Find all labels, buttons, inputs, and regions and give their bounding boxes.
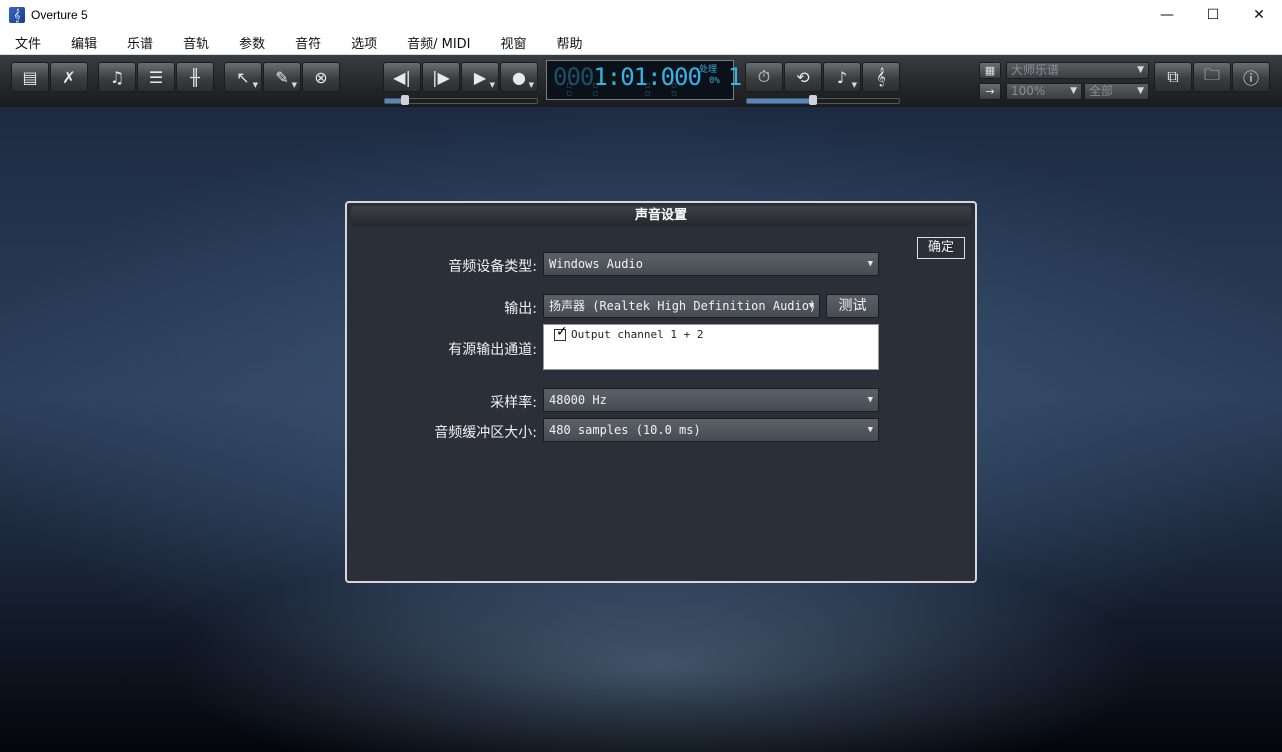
play-icon[interactable]: ▶ ▼	[461, 62, 499, 92]
chevron-down-icon: ▼	[867, 259, 873, 269]
title-bar: 𝄞 Overture 5 — ☐ ✕	[0, 0, 1282, 30]
view-group: ▤ ✗	[11, 62, 89, 98]
chevron-down-icon: ▼	[1137, 86, 1144, 96]
range-dropdown[interactable]: 全部 ▼	[1084, 83, 1149, 100]
menu-score[interactable]: 乐谱	[112, 33, 168, 52]
loop-icon[interactable]: ⟲	[784, 62, 822, 92]
score-view-icon[interactable]: ▤	[11, 62, 49, 92]
folder-icon[interactable]: 🗀	[1193, 62, 1231, 92]
tempo-slider-knob[interactable]	[401, 95, 409, 105]
checkmark-icon: ✓	[556, 323, 568, 340]
ok-button[interactable]: 确定	[917, 237, 965, 259]
dropdown-triangle-icon: ▼	[528, 81, 534, 89]
metronome-icon[interactable]: ⏱	[745, 62, 783, 92]
menu-track[interactable]: 音轨	[168, 33, 224, 52]
dropdown-triangle-icon: ▼	[252, 81, 258, 89]
info-icon[interactable]: ⓘ	[1232, 62, 1270, 92]
record-icon[interactable]: ● ▼	[500, 62, 538, 92]
track-list-icon[interactable]: ☰	[137, 62, 175, 92]
arrow-right-icon[interactable]: →	[979, 83, 1001, 100]
menu-options[interactable]: 选项	[336, 33, 392, 52]
layout-icon[interactable]: ▦	[979, 62, 1001, 79]
menu-file[interactable]: 文件	[0, 33, 56, 52]
dialog-title: 声音设置	[351, 206, 971, 226]
tempo-slider[interactable]	[384, 95, 538, 105]
active-channels-label: 有源输出通道:	[448, 342, 537, 358]
output-label: 输出:	[504, 301, 537, 317]
device-type-select[interactable]: Windows Audio ▼	[543, 252, 879, 276]
chevron-down-icon: ▼	[1070, 86, 1077, 96]
menu-notes[interactable]: 音符	[280, 33, 336, 52]
test-button[interactable]: 测试	[826, 294, 879, 318]
volume-slider-knob[interactable]	[809, 95, 817, 105]
window-group: ♫ ☰ ╫	[98, 62, 215, 98]
step-forward-icon[interactable]: |▶	[422, 62, 460, 92]
maximize-button[interactable]: ☐	[1190, 0, 1236, 30]
chevron-down-icon: ▼	[867, 395, 873, 405]
app-icon: 𝄞	[9, 7, 25, 23]
menu-window[interactable]: 视窗	[486, 33, 542, 52]
sound-settings-dialog: 声音设置 确定 音频设备类型: Windows Audio ▼ 输出: 扬声器 (…	[345, 201, 977, 583]
pencil-icon[interactable]: ✎ ▼	[263, 62, 301, 92]
staff-icon[interactable]: 𝄞	[862, 62, 900, 92]
menu-audio-midi[interactable]: 音频/ MIDI	[392, 33, 485, 52]
close-button[interactable]: ✕	[1236, 0, 1282, 30]
position-display: 0001:01:000 1 处理 0% □□ □□ □□ □□	[546, 60, 742, 100]
channel-checkbox[interactable]: ✓	[554, 324, 568, 341]
chevron-down-icon: ▼	[808, 301, 814, 311]
sample-rate-label: 采样率:	[490, 395, 537, 411]
quantize-note-icon[interactable]: ♪ ▼	[823, 62, 861, 92]
edit-tool-group: ↖ ▼ ✎ ▼ ⊗	[224, 62, 341, 98]
output-select[interactable]: 扬声器 (Realtek High Definition Audio) ▼	[543, 294, 820, 318]
minimize-button[interactable]: —	[1144, 0, 1190, 30]
zoom-dropdown[interactable]: 100% ▼	[1006, 83, 1082, 100]
menu-bar: 文件 编辑 乐谱 音轨 参数 音符 选项 音频/ MIDI 视窗 帮助	[0, 30, 1282, 55]
dropdown-triangle-icon: ▼	[851, 81, 857, 89]
erase-icon[interactable]: ⊗	[302, 62, 340, 92]
dropdown-triangle-icon: ▼	[489, 81, 495, 89]
lcd-marks: □□ □□ □□ □□	[567, 81, 699, 97]
window-controls: — ☐ ✕	[1144, 0, 1282, 30]
active-channels-list: ✓ Output channel 1 + 2	[543, 324, 879, 370]
tools-icon[interactable]: ✗	[50, 62, 88, 92]
select-arrow-icon[interactable]: ↖ ▼	[224, 62, 262, 92]
list-item[interactable]: ✓ Output channel 1 + 2	[554, 324, 703, 341]
menu-help[interactable]: 帮助	[542, 33, 598, 52]
note-icon[interactable]: ♫	[98, 62, 136, 92]
device-type-label: 音频设备类型:	[448, 259, 537, 275]
sample-rate-select[interactable]: 48000 Hz ▼	[543, 388, 879, 412]
buffer-size-label: 音频缓冲区大小:	[434, 425, 537, 441]
copy-icon[interactable]: ⧉	[1154, 62, 1192, 92]
buffer-size-select[interactable]: 480 samples (10.0 ms) ▼	[543, 418, 879, 442]
volume-slider[interactable]	[746, 95, 900, 105]
score-dropdown[interactable]: 大师乐谱 ▼	[1006, 62, 1149, 79]
mixer-icon[interactable]: ╫	[176, 62, 214, 92]
menu-parameters[interactable]: 参数	[224, 33, 280, 52]
dropdown-triangle-icon: ▼	[291, 81, 297, 89]
rewind-icon[interactable]: ◀|	[383, 62, 421, 92]
transport-group: ◀| |▶ ▶ ▼ ● ▼	[383, 62, 539, 98]
menu-edit[interactable]: 编辑	[56, 33, 112, 52]
chevron-down-icon: ▼	[1137, 65, 1144, 75]
playback-options-group: ⏱ ⟲ ♪ ▼ 𝄞	[745, 62, 901, 98]
utility-group: ⧉ 🗀 ⓘ	[1154, 62, 1271, 98]
window-title: Overture 5	[31, 8, 88, 22]
chevron-down-icon: ▼	[867, 425, 873, 435]
